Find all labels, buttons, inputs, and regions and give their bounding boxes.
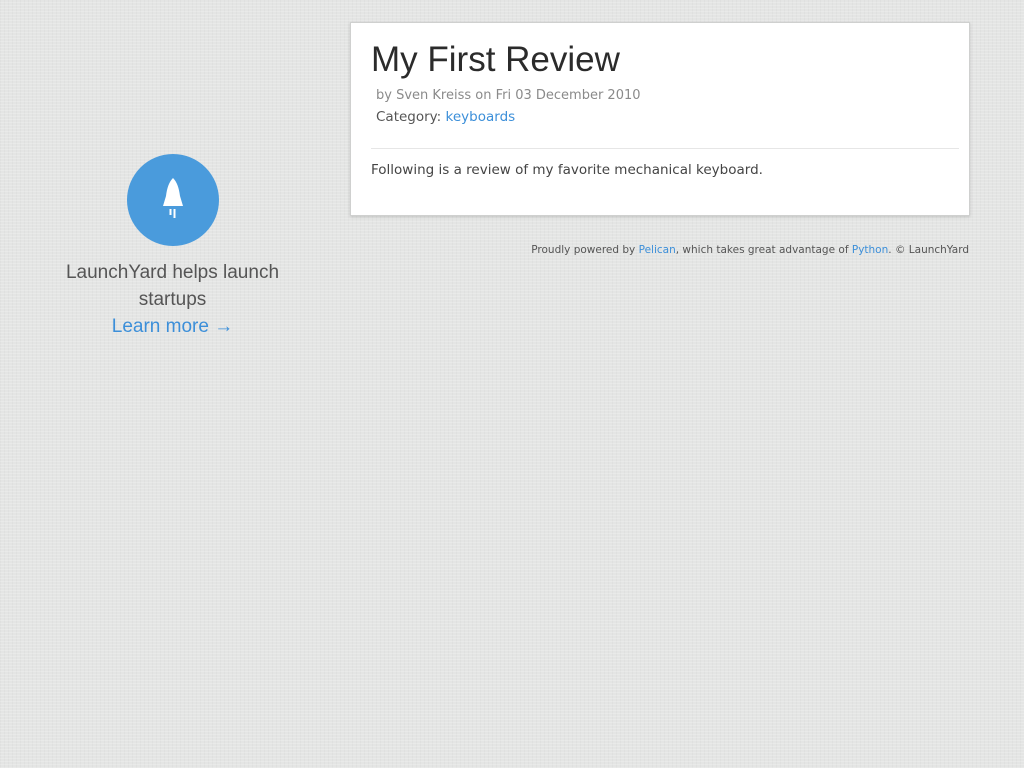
logo-link[interactable] [126,154,219,246]
article-category: Category: keyboards [376,108,515,126]
article-title[interactable]: My First Review [371,39,620,81]
category-label: Category: [376,109,442,125]
footer-suffix: . © LaunchYard [888,244,969,256]
article-card: My First Review by Sven Kreiss on Fri 03… [350,22,970,216]
footer-middle: , which takes great advantage of [675,244,852,256]
tagline: LaunchYard helps launch startups [65,262,280,310]
footer-prefix: Proudly powered by [531,244,639,256]
sidebar: LaunchYard helps launch startups Learn m… [40,154,305,340]
article-summary: Following is a review of my favorite mec… [371,162,763,178]
category-link[interactable]: keyboards [446,109,516,125]
learn-more-link[interactable]: Learn more → [112,313,233,340]
pelican-link[interactable]: Pelican [639,244,676,256]
footer: Proudly powered by Pelican, which takes … [531,243,969,257]
rocket-icon [126,154,219,246]
divider [371,148,959,149]
python-link[interactable]: Python [852,244,888,256]
article-byline: by Sven Kreiss on Fri 03 December 2010 [376,88,641,103]
